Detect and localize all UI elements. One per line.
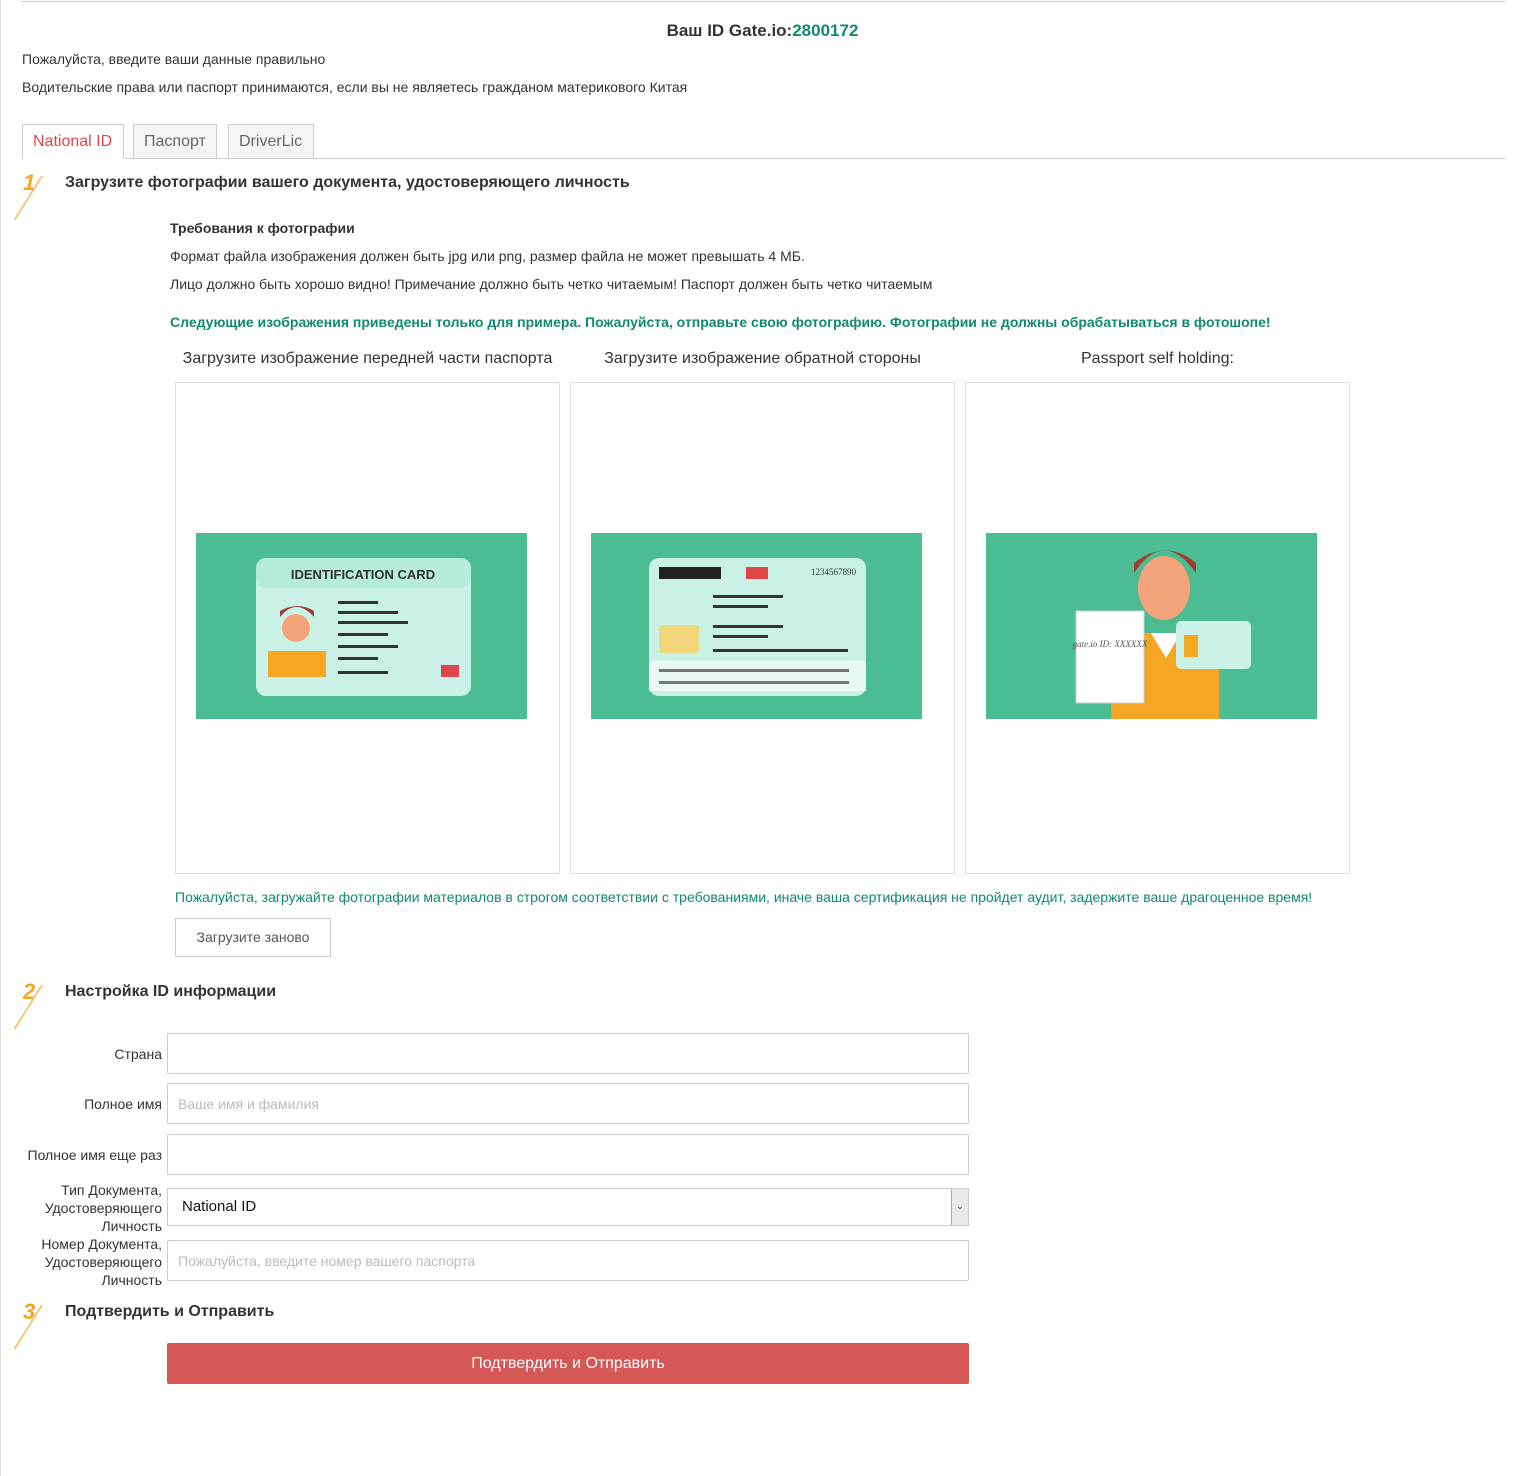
chevron-down-icon[interactable]: ⌄ bbox=[951, 1189, 968, 1225]
requirements-title: Требования к фотографии bbox=[170, 220, 355, 236]
upload-selfie-title: Passport self holding: bbox=[1081, 350, 1234, 367]
selfie-example-image: gate.io ID: XXXXXX bbox=[986, 533, 1317, 719]
upload-selfie-box[interactable]: gate.io ID: XXXXXX bbox=[965, 382, 1350, 874]
upload-back-box[interactable]: 1234567890 bbox=[570, 382, 955, 874]
upload-front-title: Загрузите изображение передней части пас… bbox=[182, 350, 553, 367]
tab-driverlic[interactable]: DriverLic bbox=[228, 124, 314, 159]
gate-id-value: 2800172 bbox=[792, 21, 859, 40]
step-number: 1 bbox=[23, 170, 36, 195]
document-tabs: National ID Паспорт DriverLic bbox=[22, 124, 1505, 159]
step-2-header: 2 Настройка ID информации bbox=[13, 979, 723, 1029]
docnum-label: Номер Документа, Удостоверяющего Личност… bbox=[1, 1235, 162, 1289]
reupload-button[interactable]: Загрузите заново bbox=[175, 918, 331, 957]
doctype-select[interactable]: National ID ⌄ bbox=[167, 1188, 969, 1226]
example-note: Следующие изображения приведены только д… bbox=[170, 314, 1271, 330]
fullname-label: Полное имя bbox=[84, 1096, 162, 1112]
step-1-header: 1 Загрузите фотографии вашего документа,… bbox=[13, 170, 723, 220]
requirement-text: Лицо должно быть хорошо видно! Примечани… bbox=[170, 276, 933, 292]
top-divider bbox=[21, 1, 1505, 2]
doctype-label: Тип Документа, Удостоверяющего Личность bbox=[1, 1181, 162, 1235]
step-number: 3 bbox=[23, 1299, 36, 1324]
gate-id: Ваш ID Gate.io:2800172 bbox=[1, 21, 1523, 41]
id-back-example-image: 1234567890 bbox=[591, 533, 922, 719]
tab-passport[interactable]: Паспорт bbox=[133, 124, 217, 159]
id-front-example-image: IDENTIFICATION CARD bbox=[196, 533, 527, 719]
gate-id-label: Ваш ID Gate.io: bbox=[666, 21, 793, 40]
fullname-confirm-input[interactable] bbox=[167, 1134, 969, 1175]
country-input[interactable] bbox=[167, 1033, 969, 1074]
label-line: Личность bbox=[101, 1218, 162, 1234]
docnum-input[interactable] bbox=[167, 1240, 969, 1281]
tab-national-id[interactable]: National ID bbox=[22, 124, 124, 159]
intro-text: Пожалуйста, введите ваши данные правильн… bbox=[22, 51, 326, 67]
requirement-text: Формат файла изображения должен быть jpg… bbox=[170, 248, 805, 264]
doctype-value: National ID bbox=[182, 1198, 257, 1215]
step-number: 2 bbox=[23, 979, 36, 1004]
step-title: Подтвердить и Отправить bbox=[65, 1303, 275, 1320]
upload-front-box[interactable]: IDENTIFICATION CARD bbox=[175, 382, 560, 874]
card-title: IDENTIFICATION CARD bbox=[291, 567, 435, 582]
fullname-confirm-label: Полное имя еще раз bbox=[27, 1147, 162, 1163]
step-title: Настройка ID информации bbox=[65, 983, 277, 1000]
label-line: Номер Документа, bbox=[41, 1236, 162, 1252]
label-line: Личность bbox=[101, 1272, 162, 1288]
label-line: Удостоверяющего bbox=[44, 1200, 162, 1216]
intro-text: Водительские права или паспорт принимают… bbox=[22, 79, 688, 95]
country-label: Страна bbox=[114, 1046, 162, 1062]
upload-back-title: Загрузите изображение обратной стороны bbox=[604, 350, 921, 367]
upload-warning: Пожалуйста, загружайте фотографии матери… bbox=[175, 889, 1313, 905]
handwritten-note: gate.io ID: XXXXXX bbox=[1073, 639, 1148, 649]
step-title: Загрузите фотографии вашего документа, у… bbox=[65, 174, 630, 191]
submit-button[interactable]: Подтвердить и Отправить bbox=[167, 1343, 969, 1384]
label-line: Тип Документа, bbox=[61, 1182, 162, 1198]
card-number: 1234567890 bbox=[811, 567, 857, 577]
label-line: Удостоверяющего bbox=[44, 1254, 162, 1270]
fullname-input[interactable] bbox=[167, 1083, 969, 1124]
